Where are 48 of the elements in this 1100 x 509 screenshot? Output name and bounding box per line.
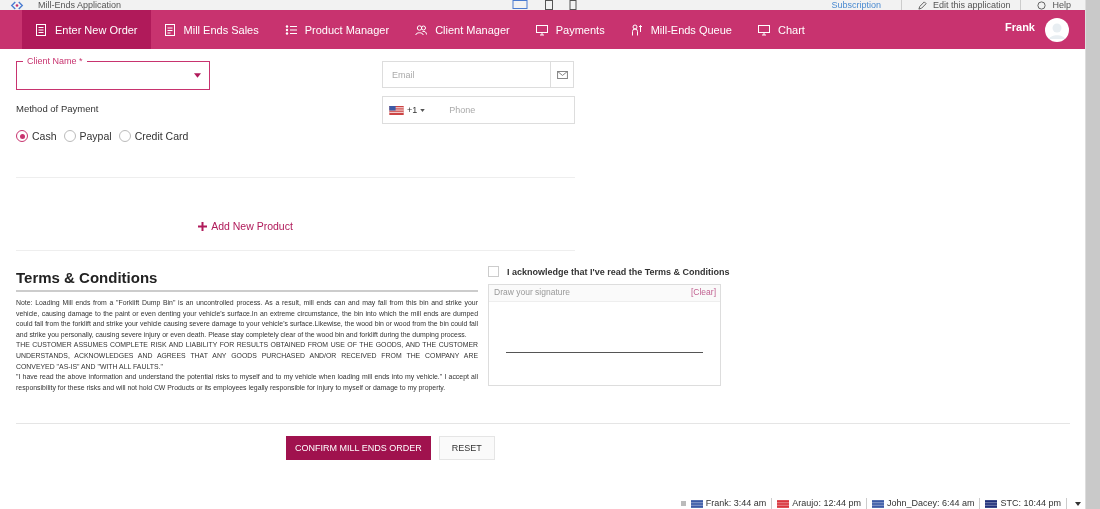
clock-entry[interactable]: John_Dacey: 6:44 am bbox=[886, 498, 975, 509]
caret-icon bbox=[194, 73, 201, 78]
nav-tab[interactable]: Payments bbox=[522, 10, 618, 49]
form-icon bbox=[35, 23, 47, 36]
checkbox[interactable] bbox=[488, 266, 499, 277]
list-icon bbox=[284, 23, 297, 36]
scrollbar[interactable] bbox=[1085, 0, 1100, 509]
app-title: Mill-Ends Application bbox=[38, 0, 122, 10]
monitor-icon bbox=[757, 23, 770, 36]
tablet-icon[interactable] bbox=[544, 0, 554, 10]
clock-entry[interactable]: Frank: 3:44 am bbox=[705, 498, 767, 509]
plus-icon bbox=[198, 221, 208, 231]
radio-label[interactable]: Cash bbox=[32, 130, 57, 142]
phone-icon[interactable] bbox=[568, 0, 578, 10]
acknowledge-label[interactable]: I acknowledge that I've read the Terms & Conditions bbox=[507, 266, 730, 277]
nav-tab[interactable]: Client Manager bbox=[402, 10, 523, 49]
person-arrow-icon bbox=[630, 23, 643, 36]
nav-tab[interactable]: Mill Ends Sales bbox=[150, 10, 272, 49]
nav-tab[interactable]: Enter New Order bbox=[22, 10, 151, 49]
laptop-icon[interactable] bbox=[510, 0, 530, 10]
radio-label[interactable]: Credit Card bbox=[134, 130, 189, 142]
help-icon bbox=[1037, 0, 1047, 10]
clear-link[interactable]: [Clear] bbox=[690, 287, 716, 299]
email-field[interactable]: Email bbox=[382, 61, 551, 88]
document-icon bbox=[163, 23, 176, 36]
radio-label[interactable]: Paypal bbox=[79, 130, 112, 142]
avatar-icon[interactable] bbox=[1045, 17, 1069, 42]
reset-button[interactable]: RESET bbox=[438, 436, 495, 460]
signature-pad[interactable]: Draw your signature [Clear] bbox=[488, 284, 721, 386]
signature-placeholder: Draw your signature bbox=[494, 287, 571, 299]
pencil-icon bbox=[917, 0, 927, 10]
terms-heading: Terms & Conditions bbox=[16, 269, 478, 292]
status-square-icon bbox=[680, 501, 686, 506]
nav-tab[interactable]: Product Manager bbox=[271, 10, 403, 49]
clock-entry[interactable]: Araujo: 12:44 pm bbox=[792, 498, 861, 509]
help-link[interactable]: Help bbox=[1052, 0, 1071, 10]
monitor-icon bbox=[535, 23, 548, 36]
payment-method-label: Method of Payment bbox=[16, 103, 100, 114]
nav-tab[interactable]: Mill-Ends Queue bbox=[617, 10, 745, 49]
user-name[interactable]: Frank bbox=[1005, 20, 1035, 33]
users-icon bbox=[415, 23, 428, 36]
caret-icon[interactable] bbox=[1075, 501, 1081, 506]
envelope-icon bbox=[556, 70, 568, 79]
add-product-button[interactable]: Add New Product bbox=[198, 220, 293, 232]
nav-tab[interactable]: Chart bbox=[744, 10, 818, 49]
edit-application-link[interactable]: Edit this application bbox=[932, 0, 1011, 10]
confirm-order-button[interactable]: CONFIRM MILL ENDS ORDER bbox=[286, 436, 431, 460]
clock-entry[interactable]: STC: 10:44 pm bbox=[1000, 498, 1061, 509]
